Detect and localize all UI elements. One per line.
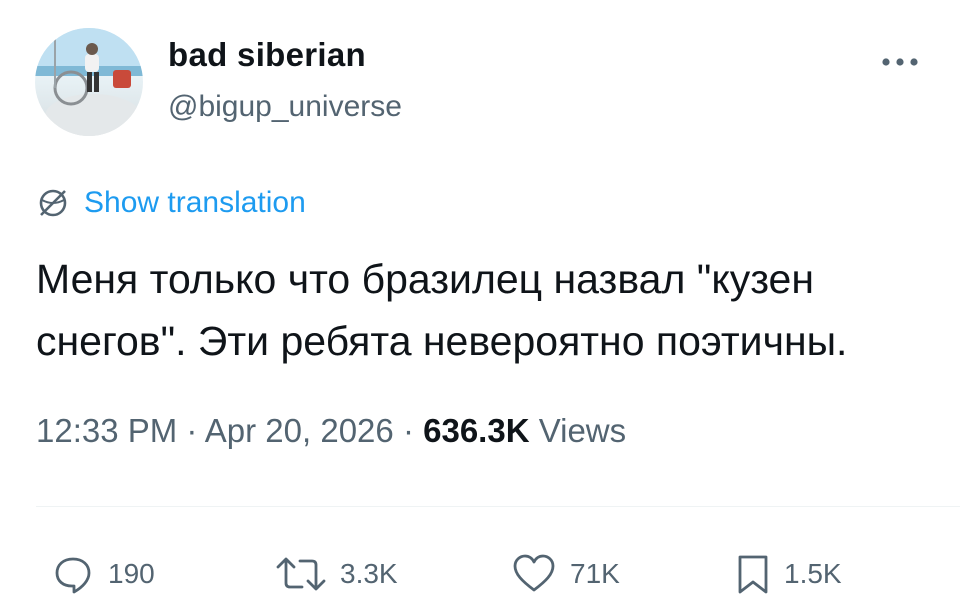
bookmark-count: 1.5K [784, 558, 842, 589]
retweet-count: 3.3K [340, 558, 398, 589]
more-options-button[interactable] [876, 50, 924, 74]
tweet-text-line: Меня только что бразилец назвал "кузен [36, 256, 814, 302]
show-translation-link[interactable]: Show translation [36, 186, 306, 220]
tweet-date[interactable]: Apr 20, 2026 [205, 412, 394, 449]
tweet-time[interactable]: 12:33 PM [36, 412, 177, 449]
retweet-icon [276, 557, 326, 591]
tweet-text-line: снегов". Эти ребята невероятно поэтичны. [36, 318, 848, 364]
reply-button[interactable]: 190 [52, 552, 155, 596]
avatar[interactable] [35, 28, 143, 136]
globe-icon [39, 189, 67, 217]
author-handle[interactable]: @bigup_universe [168, 90, 402, 124]
bookmark-button[interactable]: 1.5K [736, 552, 842, 596]
heart-icon [513, 554, 555, 592]
show-translation-label: Show translation [84, 186, 306, 219]
retweet-button[interactable]: 3.3K [276, 552, 398, 596]
like-button[interactable]: 71K [512, 552, 620, 596]
reply-icon [55, 557, 91, 594]
like-count: 71K [570, 558, 620, 589]
reply-count: 190 [108, 558, 155, 589]
views-count[interactable]: 636.3K [423, 412, 529, 449]
bookmark-icon [738, 555, 768, 594]
avatar-image [35, 28, 143, 136]
more-horizontal-icon [882, 58, 918, 66]
divider [36, 506, 960, 507]
tweet-meta: 12:33 PM · Apr 20, 2026 · 636.3K Views [36, 412, 626, 450]
meta-separator: · [402, 412, 414, 449]
views-label: Views [538, 412, 627, 449]
meta-separator: · [186, 412, 198, 449]
tweet-text: Меня только что бразилец назвал "кузен с… [36, 248, 936, 372]
author-display-name[interactable]: bad siberian [168, 36, 366, 74]
